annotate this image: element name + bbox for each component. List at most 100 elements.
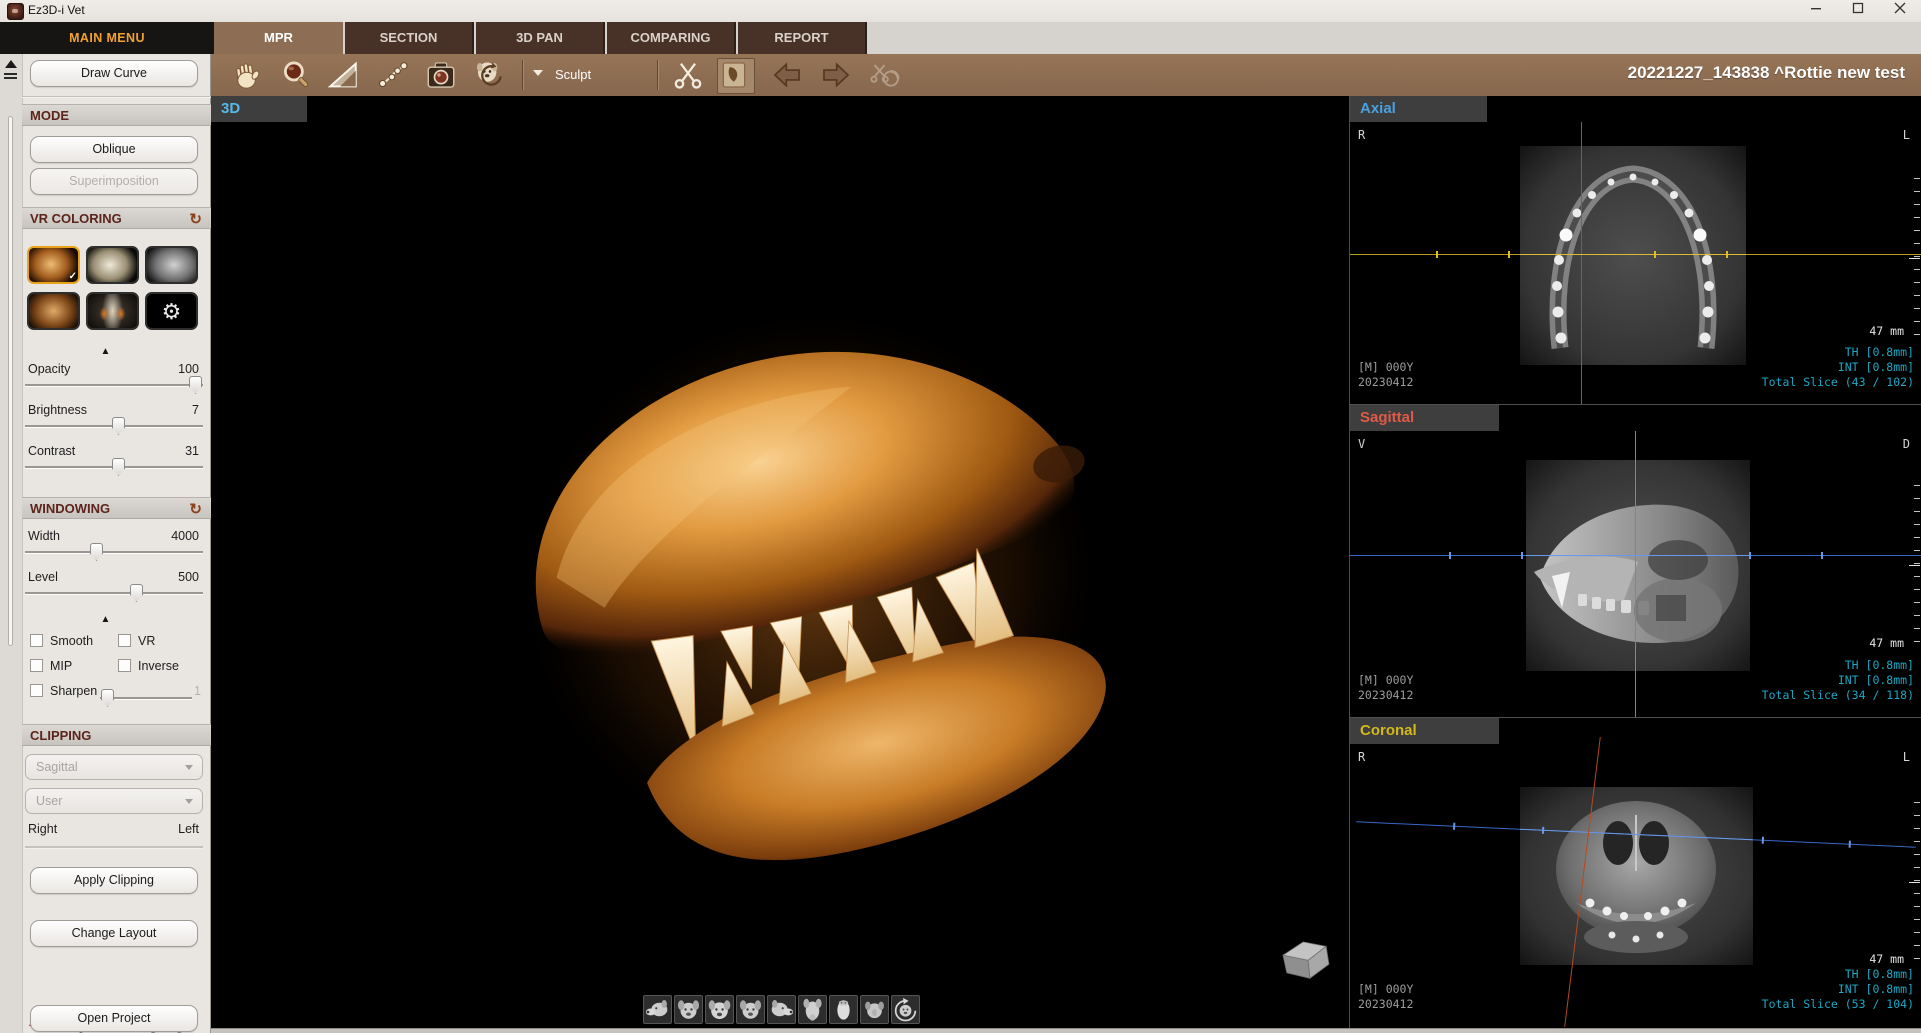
- sagittal-crosshair-coronal-line[interactable]: [1635, 431, 1636, 717]
- dog-rotate-button[interactable]: [891, 995, 920, 1024]
- dog-top-button[interactable]: [798, 995, 827, 1024]
- close-button[interactable]: [1879, 0, 1921, 22]
- brightness-slider[interactable]: [25, 425, 203, 428]
- crosshair-handle[interactable]: [1449, 552, 1451, 559]
- rotate-3d-dog-icon[interactable]: [473, 58, 509, 92]
- width-slider[interactable]: [25, 551, 203, 554]
- crosshair-handle[interactable]: [1849, 841, 1851, 848]
- refresh-icon[interactable]: ↻: [189, 499, 202, 521]
- snapshot-camera-icon[interactable]: [424, 58, 460, 92]
- orientation-preset-bar: [643, 995, 928, 1024]
- viewport-3d[interactable]: 3D: [211, 96, 1349, 1033]
- crosshair-handle[interactable]: [1726, 251, 1728, 258]
- dog-right-button[interactable]: [767, 995, 796, 1024]
- orientation-cube[interactable]: [1274, 934, 1334, 986]
- mip-checkbox[interactable]: [30, 659, 43, 672]
- vr-preset-dog-skull-amber[interactable]: ✓: [27, 246, 80, 284]
- pan-hand-icon[interactable]: [231, 58, 267, 92]
- superimposition-button[interactable]: Superimposition: [30, 168, 198, 195]
- coronal-view[interactable]: Coronal R L 47 mm [M] 000Y 20230412 TH […: [1350, 717, 1921, 1033]
- dog-front-left-button[interactable]: [674, 995, 703, 1024]
- sculpt-dropdown-label[interactable]: Sculpt: [555, 67, 591, 82]
- collapse-up-icon[interactable]: [5, 60, 17, 68]
- main-menu-tab[interactable]: MAIN MENU: [0, 22, 214, 54]
- vr-preset-spine-kidneys[interactable]: [86, 292, 139, 330]
- crosshair-handle[interactable]: [1821, 552, 1823, 559]
- zoom-icon[interactable]: [279, 58, 315, 92]
- sculpt-region-icon[interactable]: [717, 58, 755, 94]
- crosshair-handle[interactable]: [1654, 251, 1656, 258]
- maximize-button[interactable]: [1837, 0, 1879, 22]
- opacity-slider-thumb[interactable]: [189, 376, 202, 394]
- collapse-arrow[interactable]: ▲: [0, 614, 211, 625]
- apply-clipping-button[interactable]: Apply Clipping: [30, 867, 198, 894]
- measure-curve-icon[interactable]: [377, 58, 413, 92]
- smooth-checkbox[interactable]: [30, 634, 43, 647]
- vr-preset-skull-gray[interactable]: [145, 246, 198, 284]
- opacity-slider[interactable]: [25, 384, 203, 387]
- contrast-slider-thumb[interactable]: [112, 458, 125, 476]
- level-slider[interactable]: [25, 592, 203, 595]
- tab-comparing[interactable]: COMPARING: [607, 22, 736, 54]
- dog-front-right-button[interactable]: [736, 995, 765, 1024]
- tab-mpr[interactable]: MPR: [214, 22, 343, 54]
- crosshair-handle[interactable]: [1508, 251, 1510, 258]
- vr-checkbox[interactable]: [118, 634, 131, 647]
- oblique-button[interactable]: Oblique: [30, 136, 198, 163]
- clipping-mode-dropdown[interactable]: User: [25, 788, 203, 814]
- brightness-slider-thumb[interactable]: [112, 417, 125, 435]
- axial-view[interactable]: Axial R L 47 mm [M] 000Y 20230412 TH [0.…: [1350, 96, 1921, 404]
- windowing-section-header: WINDOWING↻: [22, 497, 211, 519]
- minimize-button[interactable]: [1795, 0, 1837, 22]
- contrast-slider[interactable]: [25, 466, 203, 469]
- title-bar: Ez3D-i Vet: [0, 0, 1921, 23]
- divider: [22, 96, 211, 98]
- sagittal-view[interactable]: Sagittal V D 47 mm [M] 000Y 20230412 TH …: [1350, 404, 1921, 717]
- redo-arrow-icon[interactable]: [819, 58, 855, 92]
- inverse-checkbox[interactable]: [118, 659, 131, 672]
- crosshair-handle[interactable]: [1762, 837, 1764, 844]
- dog-bottom-button[interactable]: [829, 995, 858, 1024]
- windowing-triangle-icon[interactable]: [326, 58, 362, 92]
- sculpt-scissors-icon[interactable]: [671, 58, 707, 92]
- crosshair-handle[interactable]: [1542, 827, 1544, 834]
- clipping-range-slider[interactable]: [25, 846, 203, 849]
- crosshair-handle[interactable]: [1749, 552, 1751, 559]
- clipping-plane-dropdown[interactable]: Sagittal: [25, 754, 203, 780]
- collapse-arrow[interactable]: ▲: [0, 346, 211, 357]
- mip-label: MIP: [50, 659, 72, 673]
- dog-back-button[interactable]: [860, 995, 889, 1024]
- axial-crosshair-coronal-line[interactable]: [1350, 254, 1921, 255]
- crosshair-handle[interactable]: [1453, 823, 1455, 830]
- dog-front-button[interactable]: [705, 995, 734, 1024]
- vr-preset-dog-skull-bone[interactable]: [86, 246, 139, 284]
- chevron-down-icon: [185, 799, 193, 804]
- tab-3d-pan[interactable]: 3D PAN: [476, 22, 605, 54]
- level-slider-thumb[interactable]: [130, 584, 143, 602]
- vr-preset-body-organs[interactable]: [27, 292, 80, 330]
- axial-crosshair-sagittal-line[interactable]: [1581, 122, 1582, 404]
- draw-curve-button[interactable]: Draw Curve: [30, 60, 198, 87]
- tab-section[interactable]: SECTION: [345, 22, 474, 54]
- clipping-mode-value: User: [36, 794, 62, 808]
- change-layout-button[interactable]: Change Layout: [30, 920, 198, 947]
- sculpt-dropdown-icon[interactable]: [533, 70, 543, 76]
- open-project-button[interactable]: Open Project: [30, 1005, 198, 1032]
- crosshair-handle[interactable]: [1521, 552, 1523, 559]
- vr-label: VR: [138, 634, 155, 648]
- sharpen-checkbox[interactable]: [30, 684, 43, 697]
- width-slider-thumb[interactable]: [90, 543, 103, 561]
- sagittal-crosshair-axial-line[interactable]: [1350, 555, 1921, 556]
- study-date: 20230412: [1358, 375, 1413, 390]
- sharpen-slider-thumb[interactable]: [101, 689, 114, 707]
- sharpen-slider[interactable]: [100, 697, 192, 700]
- sculpt-reset-icon[interactable]: [869, 58, 905, 92]
- vr-preset-custom-settings[interactable]: ⚙: [145, 292, 198, 330]
- sidebar-collapse-strip[interactable]: [0, 54, 23, 1033]
- tab-report[interactable]: REPORT: [738, 22, 867, 54]
- sidebar-scroll-track[interactable]: [8, 116, 13, 646]
- crosshair-handle[interactable]: [1436, 251, 1438, 258]
- dog-left-button[interactable]: [643, 995, 672, 1024]
- refresh-icon[interactable]: ↻: [189, 209, 202, 231]
- undo-arrow-icon[interactable]: [770, 58, 806, 92]
